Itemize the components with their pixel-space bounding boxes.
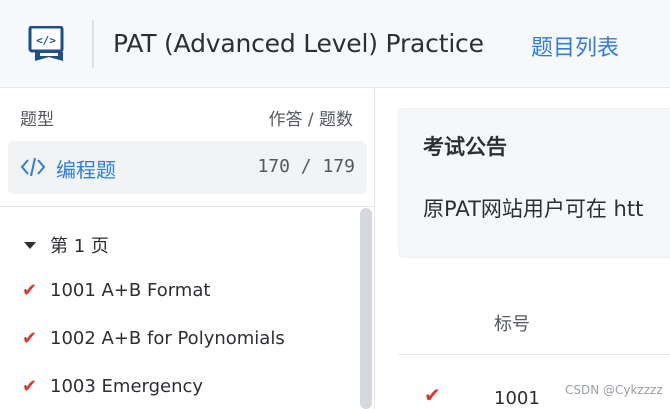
page-group-label: 第 1 页: [50, 236, 109, 257]
notice-panel: 考试公告 原PAT网站用户可在 htt: [398, 108, 670, 258]
code-book-icon[interactable]: </>: [27, 25, 73, 64]
notice-body: 原PAT网站用户可在 htt: [423, 197, 644, 221]
sidebar-item-label: 编程题: [56, 158, 116, 182]
header-divider: [92, 20, 94, 68]
check-icon: ✔: [22, 376, 38, 397]
problem-label: 1003 Emergency: [50, 376, 204, 397]
caret-down-icon: [24, 241, 36, 249]
sidebar-heading: 题型: [20, 110, 54, 130]
page-group-toggle[interactable]: 第 1 页: [24, 232, 109, 258]
problem-label: 1002 A+B for Polynomials: [50, 328, 285, 349]
list-item[interactable]: ✔ 1001 A+B Format: [22, 280, 210, 301]
list-item[interactable]: ✔ 1003 Emergency: [22, 376, 203, 397]
app-title: PAT (Advanced Level) Practice: [113, 29, 484, 58]
problem-label: 1001 A+B Format: [50, 280, 211, 301]
sidebar-divider: [0, 206, 375, 207]
sidebar-heading-count: 作答 / 题数: [268, 110, 353, 130]
top-bar: </> PAT (Advanced Level) Practice 题目列表: [0, 0, 670, 88]
sidebar-item-count: 170 / 179: [257, 156, 355, 177]
sidebar-item-programming[interactable]: 编程题 170 / 179: [8, 141, 367, 194]
notice-title: 考试公告: [423, 135, 507, 159]
column-header-id: 标号: [494, 314, 530, 335]
list-item[interactable]: ✔ 1002 A+B for Polynomials: [22, 328, 285, 349]
code-icon: [20, 156, 46, 178]
check-icon: ✔: [424, 383, 441, 407]
watermark: CSDN @Cykzzzz: [565, 383, 663, 397]
check-icon: ✔: [22, 328, 38, 349]
problem-list-link[interactable]: 题目列表: [531, 30, 619, 62]
table-row-id[interactable]: 1001: [494, 388, 540, 409]
sidebar-scrollbar[interactable]: [360, 208, 372, 409]
check-icon: ✔: [22, 280, 38, 301]
svg-text:</>: </>: [36, 34, 56, 47]
table-divider: [398, 354, 670, 355]
